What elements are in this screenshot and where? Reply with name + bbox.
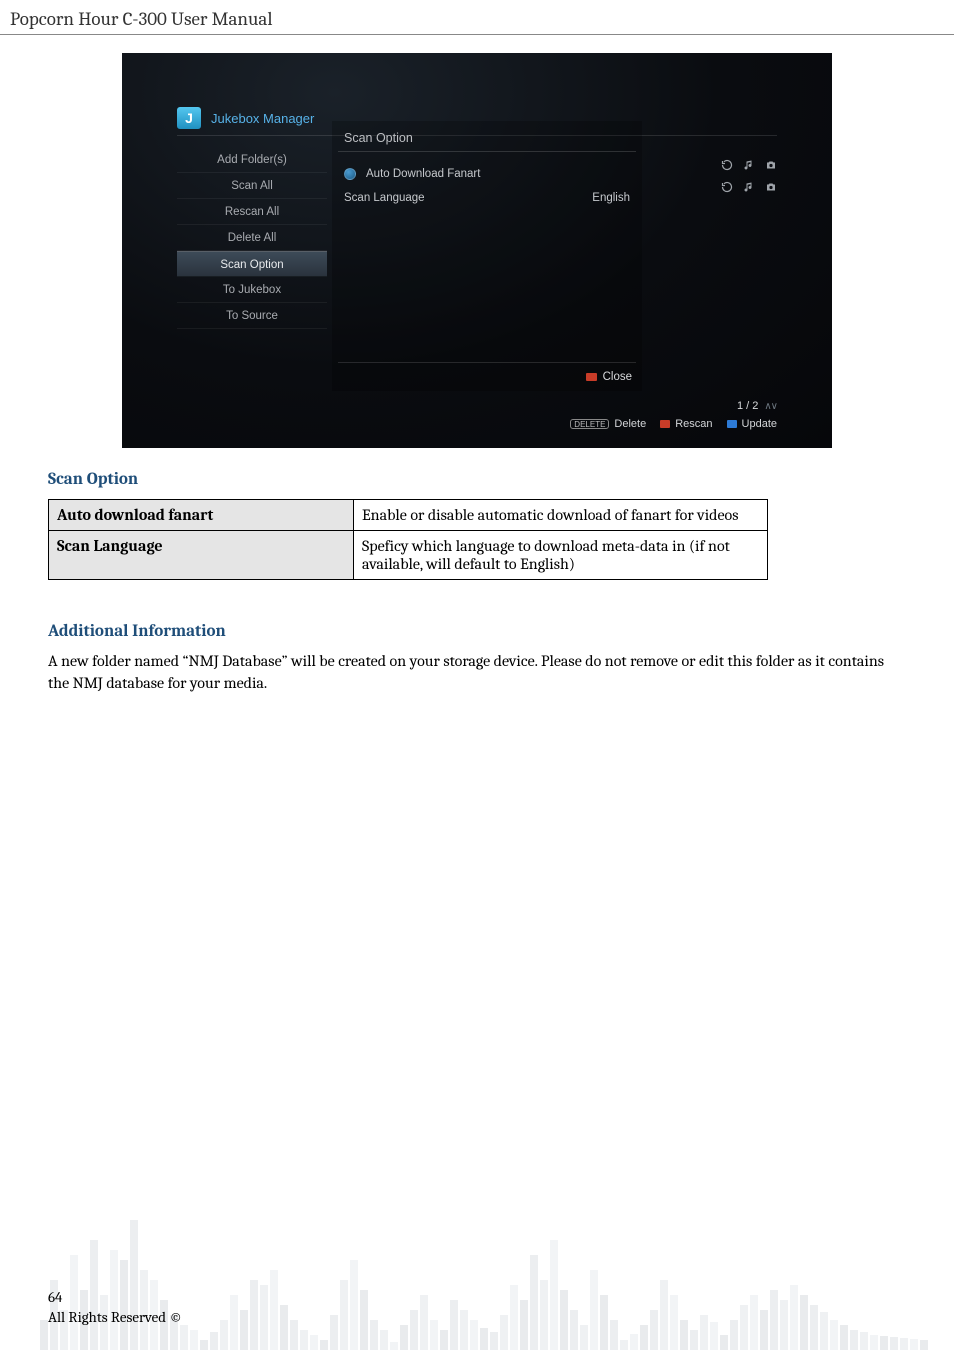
camera-icon [765, 181, 777, 193]
table-row: Scan Language Speficy which language to … [49, 531, 768, 580]
panel-divider [338, 151, 636, 152]
close-button[interactable]: Close [586, 371, 632, 383]
sidebar-item-scan-option[interactable]: Scan Option [177, 251, 327, 277]
section-additional-info-title: Additional Information [48, 622, 906, 641]
sidebar-item-scan-all[interactable]: Scan All [177, 173, 327, 199]
legend-update: Update [727, 418, 777, 430]
close-label: Close [603, 371, 632, 383]
scan-language-row[interactable]: Scan Language English [344, 187, 630, 209]
pager-text: 1 / 2 [737, 400, 758, 412]
media-icons-row-1 [662, 159, 777, 171]
section-scan-option-title: Scan Option [48, 470, 906, 489]
jukebox-icon: J [177, 107, 201, 129]
page-footer: 64 All Rights Reserved © [48, 1288, 182, 1326]
legend-update-label: Update [742, 418, 777, 430]
legend-rescan: Rescan [660, 418, 712, 430]
toggle-icon[interactable] [344, 168, 356, 180]
app-screenshot: J Jukebox Manager Add Folder(s) Scan All… [122, 53, 832, 448]
sidebar-item-to-source[interactable]: To Source [177, 303, 327, 329]
media-type-icons-column [662, 159, 777, 193]
sidebar-item-rescan-all[interactable]: Rescan All [177, 199, 327, 225]
red-button-icon [660, 420, 670, 428]
panel-title: Scan Option [344, 131, 413, 145]
app-title: Jukebox Manager [211, 111, 314, 126]
table-cell-desc: Speficy which language to download meta-… [354, 531, 768, 580]
sidebar-item-delete-all[interactable]: Delete All [177, 225, 327, 251]
red-button-icon [586, 373, 597, 381]
sidebar-item-add-folders[interactable]: Add Folder(s) [177, 147, 327, 173]
blue-button-icon [727, 420, 737, 428]
additional-info-body: A new folder named “NMJ Database” will b… [48, 651, 906, 694]
pager-arrows-icon[interactable]: ∧∨ [764, 401, 777, 412]
camera-icon [765, 159, 777, 171]
page-number: 64 [48, 1288, 182, 1306]
scan-option-panel: Scan Option Auto Download Fanart Scan La… [332, 121, 642, 391]
sidebar: Add Folder(s) Scan All Rescan All Delete… [177, 147, 327, 329]
media-icons-row-2 [662, 181, 777, 193]
rights-text: All Rights Reserved © [48, 1308, 182, 1326]
scan-language-value: English [592, 192, 630, 204]
legend-rescan-label: Rescan [675, 418, 712, 430]
refresh-icon [721, 181, 733, 193]
table-row: Auto download fanart Enable or disable a… [49, 500, 768, 531]
auto-download-fanart-label: Auto Download Fanart [366, 168, 480, 180]
sidebar-item-to-jukebox[interactable]: To Jukebox [177, 277, 327, 303]
refresh-icon [721, 159, 733, 171]
panel-bottom-divider [338, 362, 636, 363]
music-icon [743, 181, 755, 193]
legend-delete: DELETE Delete [570, 418, 646, 430]
table-cell-label: Auto download fanart [49, 500, 354, 531]
auto-download-fanart-row[interactable]: Auto Download Fanart [344, 163, 630, 185]
doc-header: Popcorn Hour C-300 User Manual [0, 0, 954, 35]
pager: 1 / 2 ∧∨ [737, 400, 777, 412]
table-cell-desc: Enable or disable automatic download of … [354, 500, 768, 531]
music-icon [743, 159, 755, 171]
delete-key-icon: DELETE [570, 419, 609, 429]
button-legend: DELETE Delete Rescan Update [570, 418, 777, 430]
table-cell-label: Scan Language [49, 531, 354, 580]
scan-option-table: Auto download fanart Enable or disable a… [48, 499, 768, 580]
scan-language-label: Scan Language [344, 192, 425, 204]
legend-delete-label: Delete [614, 418, 646, 430]
